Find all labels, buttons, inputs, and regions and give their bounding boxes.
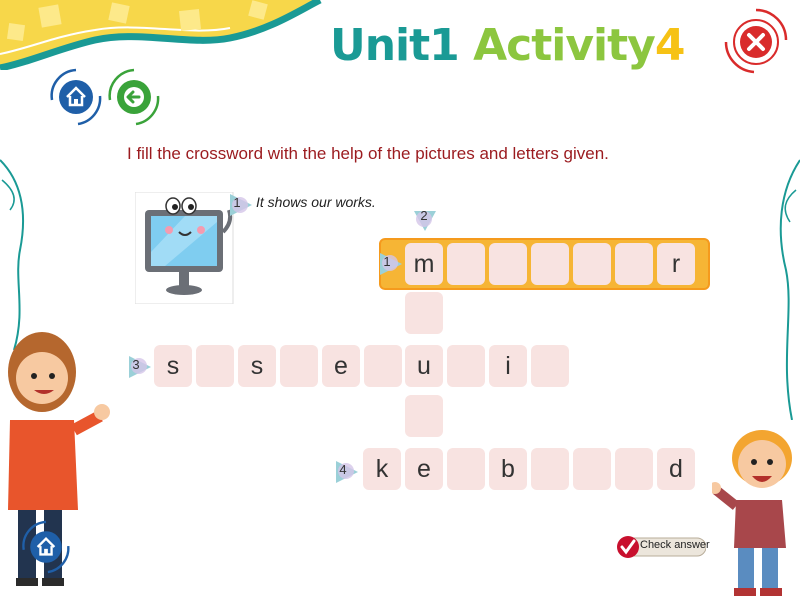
- crossword-cell-row3[interactable]: [447, 345, 485, 387]
- title-unit-number: 1: [429, 20, 460, 71]
- check-answer-button[interactable]: Check answer: [616, 535, 710, 559]
- back-arrow-icon: [108, 68, 160, 126]
- crossword-cell-row3[interactable]: i: [489, 345, 527, 387]
- title-activity: Activity: [473, 20, 656, 71]
- crossword-cell-row4[interactable]: [615, 448, 653, 490]
- crossword-cell-row1[interactable]: [447, 243, 485, 285]
- crossword-cell-row3[interactable]: [364, 345, 402, 387]
- crossword-cell-row4[interactable]: d: [657, 448, 695, 490]
- crossword-cell-row3[interactable]: [280, 345, 318, 387]
- crossword-number-label: 3: [132, 357, 140, 372]
- back-button[interactable]: [106, 66, 162, 128]
- crossword-number-badge: 3: [127, 354, 153, 380]
- title-activity-number: 4: [654, 20, 686, 71]
- crossword-cell-row3[interactable]: [196, 345, 234, 387]
- decorative-banner: [0, 0, 322, 70]
- crossword-cell-column2[interactable]: [405, 395, 443, 437]
- crossword-cell-row3[interactable]: u: [405, 345, 443, 387]
- home-button[interactable]: [48, 66, 104, 128]
- crossword-number-badge: 1: [378, 251, 404, 277]
- crossword-cell-row4[interactable]: [531, 448, 569, 490]
- crossword-cell-row4[interactable]: e: [405, 448, 443, 490]
- check-answer-label: Check answer: [640, 539, 710, 551]
- crossword-cell-row1[interactable]: [615, 243, 653, 285]
- check-icon: [617, 536, 639, 558]
- crossword-cell-row4[interactable]: k: [363, 448, 401, 490]
- crossword-number-label: 1: [383, 254, 391, 269]
- crossword-number-badge: 2: [412, 207, 438, 233]
- crossword-number-label: 4: [339, 462, 347, 477]
- clue-number-label: 1: [233, 195, 241, 210]
- page-title: Unit1 Activity4: [330, 20, 686, 71]
- crossword-cell-row1[interactable]: r: [657, 243, 695, 285]
- crossword-cell-row1[interactable]: m: [405, 243, 443, 285]
- crossword-cell-row3[interactable]: s: [238, 345, 276, 387]
- close-button[interactable]: [724, 6, 788, 76]
- home-icon: [50, 68, 102, 126]
- crossword-cell-row3[interactable]: [531, 345, 569, 387]
- decorative-vine-right: [779, 159, 800, 420]
- crossword-cell-row3[interactable]: e: [322, 345, 360, 387]
- crossword-cell-row1[interactable]: [573, 243, 611, 285]
- crossword-number-label: 2: [420, 208, 428, 223]
- clue-text: It shows our works.: [256, 194, 376, 210]
- crossword-cell-row4[interactable]: b: [489, 448, 527, 490]
- crossword-cell-row1[interactable]: [531, 243, 569, 285]
- clue-number-badge: 1: [228, 192, 254, 218]
- computer-monitor-picture: [135, 192, 234, 304]
- crossword-cell-row4[interactable]: [573, 448, 611, 490]
- title-unit: Unit: [330, 20, 430, 71]
- boy-illustration: [712, 430, 792, 596]
- crossword-number-badge: 4: [334, 459, 360, 485]
- crossword-cell-row4[interactable]: [447, 448, 485, 490]
- crossword-cell-row1[interactable]: [489, 243, 527, 285]
- crossword-cell-row3[interactable]: s: [154, 345, 192, 387]
- home-icon: [22, 520, 70, 574]
- close-icon: [724, 8, 788, 74]
- crossword-cell-column2[interactable]: [405, 292, 443, 334]
- home-button-bottom[interactable]: [20, 518, 72, 576]
- instruction-text: I fill the crossword with the help of th…: [127, 144, 609, 163]
